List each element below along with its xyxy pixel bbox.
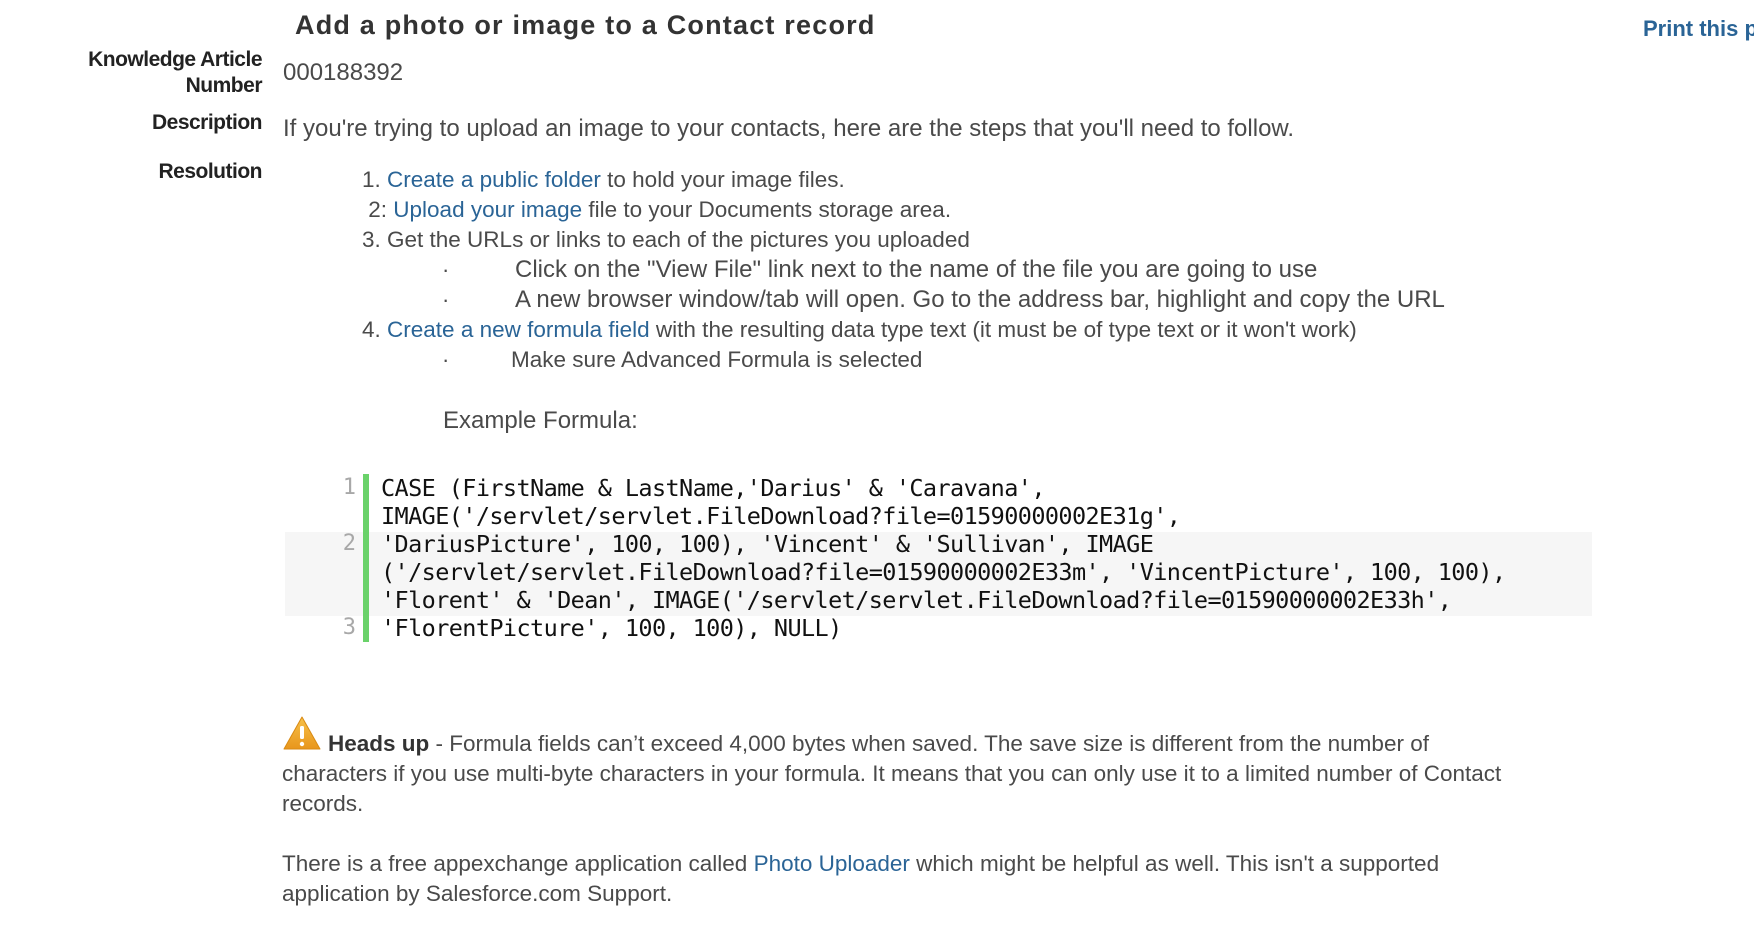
article-number-label-line1: Knowledge Article bbox=[88, 48, 262, 71]
step-3-bullet-2: A new browser window/tab will open. Go t… bbox=[515, 286, 1445, 313]
line-number: 1 bbox=[342, 475, 356, 500]
step-2-prefix: 2: bbox=[362, 197, 394, 222]
heads-up-line-2: characters if you use multi-byte charact… bbox=[282, 761, 1502, 786]
footer-note-line-2: application by Salesforce.com Support. bbox=[282, 881, 673, 906]
article-number-label: Knowledge Article Number bbox=[88, 47, 262, 99]
description-value: If you're trying to upload an image to y… bbox=[283, 115, 1295, 142]
upload-your-image-link[interactable]: Upload your image bbox=[393, 197, 582, 222]
code-line: CASE (FirstName & LastName,'Darius' & 'C… bbox=[381, 474, 1045, 502]
create-formula-field-link[interactable]: Create a new formula field bbox=[387, 317, 650, 342]
step-1: 1. Create a public folder to hold your i… bbox=[362, 167, 845, 193]
step-4-text: with the resulting data type text (it mu… bbox=[649, 317, 1357, 342]
heads-up-title: Heads up bbox=[328, 731, 430, 756]
bullet-glyph: · bbox=[442, 257, 450, 282]
article-number-value: 000188392 bbox=[283, 59, 404, 86]
resolution-label: Resolution bbox=[158, 160, 263, 183]
footer-note-line-1: There is a free appexchange application … bbox=[282, 851, 1439, 877]
heads-up-line-1: Heads up - Formula fields can’t exceed 4… bbox=[328, 731, 1429, 757]
line-number: 2 bbox=[342, 531, 356, 556]
step-1-text: to hold your image files. bbox=[600, 167, 845, 192]
step-3-bullet-1: Click on the "View File" link next to th… bbox=[515, 256, 1318, 283]
footer-note-text: There is a free appexchange application … bbox=[282, 851, 754, 876]
bullet-glyph: · bbox=[442, 347, 450, 372]
bullet-glyph: · bbox=[442, 287, 450, 312]
article-title: Add a photo or image to a Contact record bbox=[295, 10, 876, 40]
step-4: 4. Create a new formula field with the r… bbox=[362, 317, 1357, 343]
step-4-bullet-1: Make sure Advanced Formula is selected bbox=[511, 347, 923, 372]
step-2: 2: Upload your image file to your Docume… bbox=[362, 197, 951, 223]
warning-icon bbox=[283, 716, 321, 750]
line-number: 3 bbox=[342, 615, 356, 640]
step-4-prefix: 4. bbox=[362, 317, 388, 342]
heads-up-text-1: - Formula fields can’t exceed 4,000 byte… bbox=[429, 731, 1429, 756]
example-formula-label: Example Formula: bbox=[443, 407, 638, 434]
code-line: 'FlorentPicture', 100, 100), NULL) bbox=[381, 614, 842, 642]
photo-uploader-link[interactable]: Photo Uploader bbox=[754, 851, 910, 876]
code-gutter-bar bbox=[363, 474, 369, 642]
print-page-link[interactable]: Print this p bbox=[1643, 16, 1754, 42]
code-line: IMAGE('/servlet/servlet.FileDownload?fil… bbox=[381, 502, 1181, 530]
step-3: 3. Get the URLs or links to each of the … bbox=[362, 227, 970, 252]
step-2-text: file to your Documents storage area. bbox=[582, 197, 952, 222]
footer-note-text: which might be helpful as well. This isn… bbox=[909, 851, 1440, 876]
heads-up-line-3: records. bbox=[282, 791, 364, 816]
description-label: Description bbox=[151, 111, 263, 134]
code-line: 'Florent' & 'Dean', IMAGE('/servlet/serv… bbox=[381, 586, 1452, 614]
step-1-prefix: 1. bbox=[362, 167, 388, 192]
code-line: ('/servlet/servlet.FileDownload?file=015… bbox=[381, 558, 1506, 586]
code-line: 'DariusPicture', 100, 100), 'Vincent' & … bbox=[381, 530, 1154, 558]
article-number-label-line2: Number bbox=[185, 74, 263, 97]
create-public-folder-link[interactable]: Create a public folder bbox=[387, 167, 601, 192]
